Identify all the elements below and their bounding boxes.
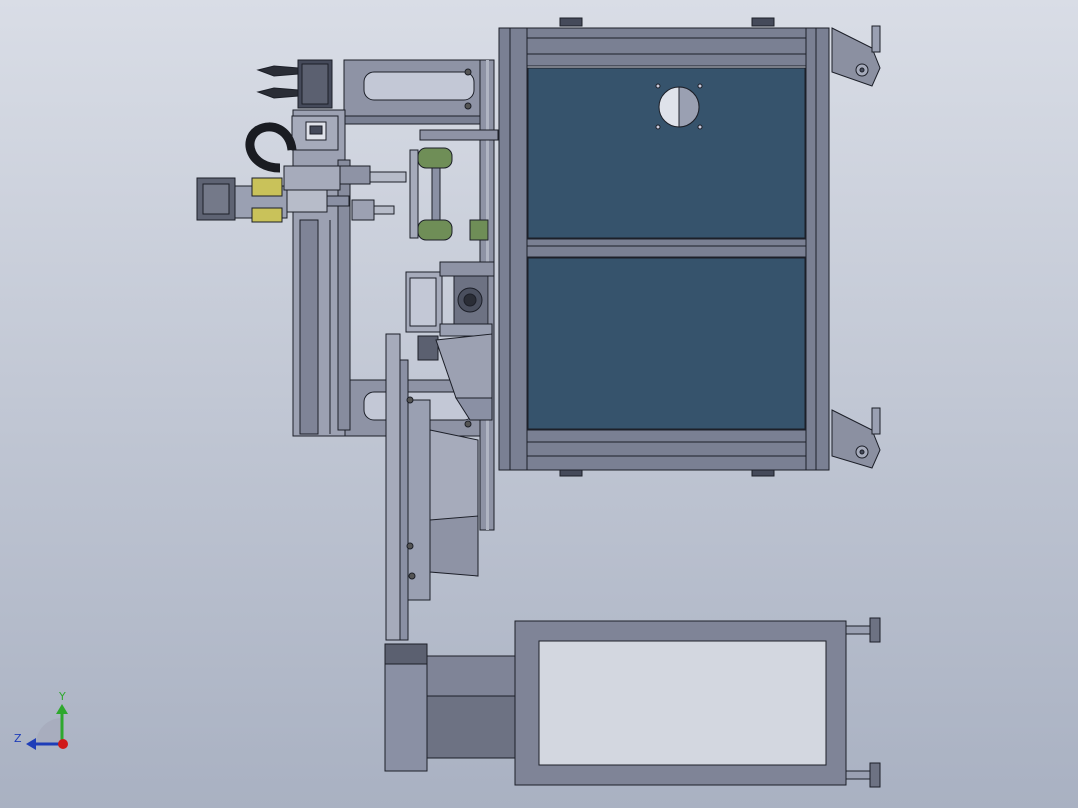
- lower-frame-box: [514, 620, 847, 786]
- lower-duct-unit: [384, 643, 518, 772]
- cable-connectors: [256, 65, 299, 99]
- y-axis-label: Y: [58, 690, 66, 703]
- origin-x-axis: [58, 739, 68, 749]
- upper-bracket: [343, 59, 495, 125]
- axis-motor: [291, 59, 339, 151]
- cable-chain: [245, 122, 297, 173]
- linear-axis-column: [292, 109, 351, 437]
- view-orientation-triad[interactable]: Y Z: [14, 690, 68, 750]
- z-axis-label: Z: [14, 732, 22, 745]
- lower-glass-panel: [527, 257, 806, 430]
- caster-top: [831, 25, 881, 87]
- caster-bottom: [831, 407, 881, 469]
- cad-viewport[interactable]: Y Z: [0, 0, 1078, 808]
- leveling-feet: [845, 617, 881, 788]
